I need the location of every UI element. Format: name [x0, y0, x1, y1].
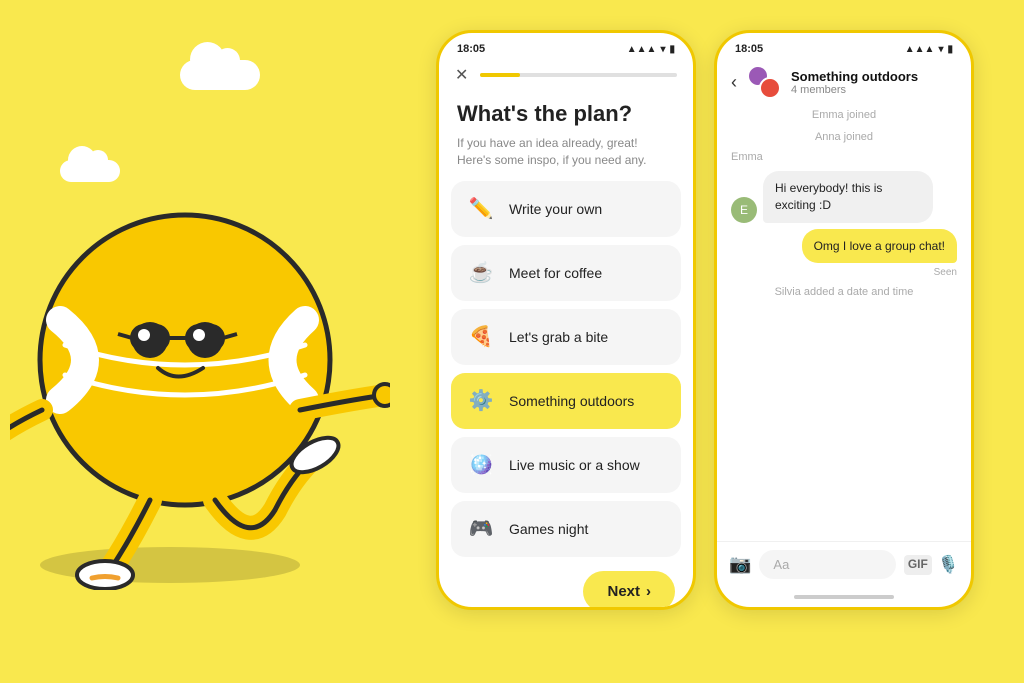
- message-row-2: Omg I love a group chat!: [731, 229, 957, 264]
- status-icons-2: ▲▲▲ ▾ ▮: [905, 44, 953, 55]
- option-bite[interactable]: 🍕 Let's grab a bite: [451, 309, 681, 365]
- chat-input-right-icons: GIF 🎙️: [904, 555, 959, 575]
- home-indicator-2: [794, 595, 894, 599]
- cloud-1: [180, 60, 260, 90]
- status-bar-1: 18:05 ▲▲▲ ▾ ▮: [439, 33, 693, 59]
- phone1-header: ✕: [439, 59, 693, 93]
- status-time-1: 18:05: [457, 43, 485, 55]
- system-msg-emma: Emma joined: [731, 109, 957, 121]
- battery-icon-2: ▮: [947, 44, 953, 55]
- option-coffee-label: Meet for coffee: [509, 265, 602, 281]
- avatar-2: [759, 77, 781, 99]
- coffee-icon: ☕: [465, 257, 497, 289]
- option-write[interactable]: ✏️ Write your own: [451, 181, 681, 237]
- signal-icon: ▲▲▲: [627, 44, 657, 55]
- option-music-label: Live music or a show: [509, 457, 640, 473]
- option-coffee[interactable]: ☕ Meet for coffee: [451, 245, 681, 301]
- chat-messages: Emma joined Anna joined Emma E Hi everyb…: [717, 107, 971, 541]
- message-bubble-2: Omg I love a group chat!: [802, 229, 957, 264]
- system-msg-date: Silvia added a date and time: [731, 286, 957, 298]
- close-button[interactable]: ✕: [455, 65, 468, 85]
- message-input[interactable]: Aa: [759, 550, 895, 579]
- microphone-icon[interactable]: 🎙️: [938, 555, 959, 575]
- battery-icon: ▮: [669, 44, 675, 55]
- chat-nav-bar: ‹ Something outdoors 4 members: [717, 59, 971, 107]
- seen-label: Seen: [731, 267, 957, 278]
- chat-avatar-group: [747, 65, 781, 99]
- back-button[interactable]: ‹: [731, 72, 737, 93]
- chat-name: Something outdoors: [791, 69, 957, 84]
- plan-subtitle: If you have an idea already, great! Here…: [439, 131, 693, 181]
- option-games-label: Games night: [509, 521, 588, 537]
- wifi-icon: ▾: [660, 44, 665, 55]
- progress-bar: [480, 73, 677, 77]
- progress-bar-fill: [480, 73, 519, 77]
- phone-chat: 18:05 ▲▲▲ ▾ ▮ ‹ Something outdoors 4 mem…: [714, 30, 974, 610]
- status-icons-1: ▲▲▲ ▾ ▮: [627, 44, 675, 55]
- wifi-icon-2: ▾: [938, 44, 943, 55]
- option-music[interactable]: 🪩 Live music or a show: [451, 437, 681, 493]
- option-bite-label: Let's grab a bite: [509, 329, 608, 345]
- sender-label: Emma: [731, 151, 957, 163]
- character-illustration: [30, 130, 380, 580]
- status-time-2: 18:05: [735, 43, 763, 55]
- phones-area: 18:05 ▲▲▲ ▾ ▮ ✕ What's the plan? If you …: [436, 30, 974, 610]
- message-bubble-1: Hi everybody! this is exciting :D: [763, 171, 933, 223]
- write-icon: ✏️: [465, 193, 497, 225]
- option-write-label: Write your own: [509, 201, 602, 217]
- bite-icon: 🍕: [465, 321, 497, 353]
- plan-title: What's the plan?: [439, 93, 693, 131]
- next-button[interactable]: Next ›: [583, 571, 675, 610]
- message-row-1: E Hi everybody! this is exciting :D: [731, 171, 957, 223]
- plan-options-list: ✏️ Write your own ☕ Meet for coffee 🍕 Le…: [439, 181, 693, 557]
- sender-avatar: E: [731, 197, 757, 223]
- outdoors-icon: ⚙️: [465, 385, 497, 417]
- option-outdoors[interactable]: ⚙️ Something outdoors: [451, 373, 681, 429]
- gif-icon[interactable]: GIF: [904, 555, 932, 575]
- status-bar-2: 18:05 ▲▲▲ ▾ ▮: [717, 33, 971, 59]
- chat-header-info: Something outdoors 4 members: [791, 69, 957, 96]
- phone-plan-selection: 18:05 ▲▲▲ ▾ ▮ ✕ What's the plan? If you …: [436, 30, 696, 610]
- chat-input-bar: 📷 Aa GIF 🎙️: [717, 541, 971, 591]
- option-outdoors-label: Something outdoors: [509, 393, 634, 409]
- music-icon: 🪩: [465, 449, 497, 481]
- next-button-label: Next: [607, 583, 640, 600]
- camera-icon[interactable]: 📷: [729, 554, 751, 575]
- signal-icon-2: ▲▲▲: [905, 44, 935, 55]
- games-icon: 🎮: [465, 513, 497, 545]
- next-chevron-icon: ›: [646, 583, 651, 600]
- system-msg-anna: Anna joined: [731, 131, 957, 143]
- option-games[interactable]: 🎮 Games night: [451, 501, 681, 557]
- chat-members: 4 members: [791, 84, 957, 96]
